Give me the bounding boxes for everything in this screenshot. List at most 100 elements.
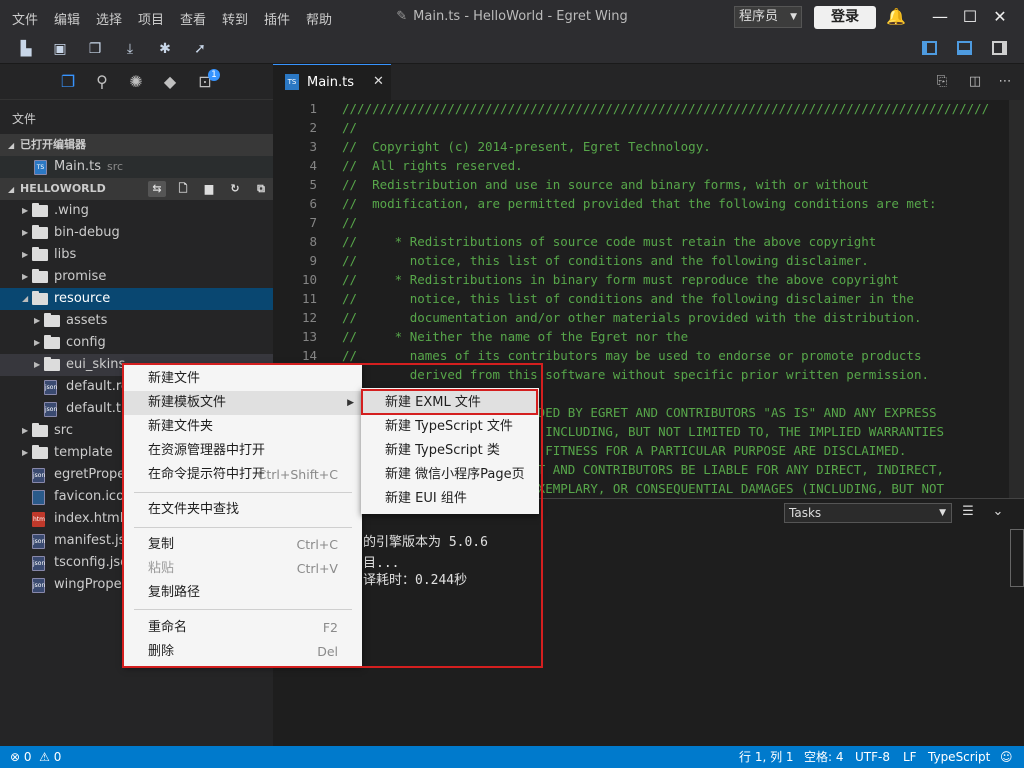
split-editor-icon[interactable]: ◫ [967,74,983,90]
tasks-select[interactable]: Tasks ▼ [784,503,952,523]
line-number: 3 [309,139,317,154]
expanded-icon: ◢ [8,185,15,194]
line-number: 14 [301,348,317,363]
open-editor-item[interactable]: TS Main.ts src [0,156,273,178]
collapsed-icon[interactable]: ▶ [22,420,28,442]
collapsed-icon[interactable]: ▶ [34,332,40,354]
extensions-icon[interactable]: ✺ [126,72,146,92]
window-title-text: Main.ts - HelloWorld - Egret Wing [413,9,628,24]
new-folder-icon[interactable]: ▆ [200,181,218,197]
expanded-icon[interactable]: ◢ [22,288,28,310]
editor-tab-bar: TS Main.ts ✕ ⎘ ◫ ⋯ [273,64,1024,100]
collapsed-icon[interactable]: ▶ [22,222,28,244]
notification-bell-icon[interactable]: 🔔 [886,7,906,27]
line-number: 10 [301,272,317,287]
line-number: 4 [309,158,317,173]
code-line: // All rights reserved. [342,158,523,173]
feedback-icon[interactable]: ☺ [1000,746,1013,768]
menu-file[interactable]: 文件 [12,9,38,28]
debug-icon[interactable]: ✱ [156,40,174,58]
collapsed-icon[interactable]: ▶ [22,442,28,464]
save-icon[interactable]: ▣ [51,40,69,58]
panel-layout-icon[interactable] [957,41,972,55]
git-icon[interactable]: ◆ [160,72,180,92]
tree-item[interactable]: ▶ libs [0,244,273,266]
json-file-icon: json [32,556,45,571]
line-ending[interactable]: LF [903,746,917,768]
collapsed-icon[interactable]: ▶ [34,354,40,376]
collapsed-icon[interactable]: ▶ [22,244,28,266]
folder-icon [44,335,60,349]
open-changes-icon[interactable]: ⎘ [934,74,950,90]
tree-item[interactable]: ▶ .wing [0,200,273,222]
line-number: 7 [309,215,317,230]
menu-view[interactable]: 查看 [180,9,206,28]
new-file-icon[interactable]: 🗋 [174,181,192,197]
menu-edit[interactable]: 编辑 [54,9,80,28]
tree-item-label: config [66,335,106,350]
language-mode[interactable]: TypeScript [928,746,990,768]
project-label: HELLOWORLD [20,182,106,195]
chevron-down-icon[interactable]: ⌄ [989,504,1007,520]
publish-icon[interactable]: ➚ [191,40,209,58]
minimize-icon[interactable]: — [930,7,950,27]
maximize-icon[interactable]: ☐ [960,7,980,27]
save-all-icon[interactable]: ❐ [86,40,104,58]
code-line: // * Neither the name of the Egret nor t… [342,329,689,344]
open-editors-header[interactable]: ◢ 已打开编辑器 [0,134,273,156]
indent-setting[interactable]: 空格: 4 [804,746,844,768]
sidebar-layout-icon[interactable] [922,41,937,55]
error-icon: ⊗ [10,750,21,764]
menu-help[interactable]: 帮助 [306,9,332,28]
error-count: 0 [23,750,32,764]
explorer-icon[interactable]: ❐ [58,72,78,92]
collapse-all-icon[interactable]: ⧉ [252,181,270,197]
encoding[interactable]: UTF-8 [855,746,890,768]
tree-item[interactable]: ◢ resource [0,288,273,310]
json-file-icon: json [32,534,45,549]
collapsed-icon[interactable]: ▶ [34,310,40,332]
tab-label: Main.ts [307,75,355,90]
collapse-toggle-icon[interactable]: ⇆ [148,181,166,197]
code-line: // [342,215,358,230]
close-tab-icon[interactable]: ✕ [373,74,384,89]
refresh-icon[interactable]: ↻ [226,181,244,197]
status-bar: ⊗ 0 ⚠ 0 行 1, 列 1 空格: 4 UTF-8 LF TypeScri… [0,746,1024,768]
tree-item-label: promise [54,269,107,284]
editor-scrollbar[interactable] [1009,100,1024,500]
tab-main-ts[interactable]: TS Main.ts ✕ [273,64,391,100]
folder-icon [32,445,48,459]
tree-item[interactable]: ▶ bin-debug [0,222,273,244]
menu-goto[interactable]: 转到 [222,9,248,28]
tree-item[interactable]: ▶ config [0,332,273,354]
more-actions-icon[interactable]: ⋯ [997,74,1013,90]
tree-item-label: bin-debug [54,225,120,240]
problems-status[interactable]: ⊗ 0 ⚠ 0 [10,746,61,768]
collapsed-icon[interactable]: ▶ [22,266,28,288]
folder-icon [32,291,48,305]
new-project-icon[interactable]: ▙ [17,40,35,58]
wing-logo-icon: ✎ [396,9,408,24]
role-select[interactable]: 程序员 ▼ [734,6,802,28]
split-layout-icon[interactable] [992,41,1007,55]
menu-plugins[interactable]: 插件 [264,9,290,28]
open-editors-label: 已打开编辑器 [20,138,86,151]
folder-icon [44,357,60,371]
search-icon[interactable]: ⚲ [92,72,112,92]
login-button[interactable]: 登录 [814,6,876,29]
clear-output-icon[interactable]: ☰ [959,504,977,520]
code-line: // [342,120,358,135]
collapsed-icon[interactable]: ▶ [22,200,28,222]
project-header[interactable]: ◢ HELLOWORLD ⇆ 🗋 ▆ ↻ ⧉ [0,178,273,200]
panel-scrollbar[interactable] [1010,529,1024,587]
tree-item[interactable]: ▶ assets [0,310,273,332]
cursor-position[interactable]: 行 1, 列 1 [739,746,794,768]
tree-item[interactable]: ▶ promise [0,266,273,288]
title-bar: 文件 编辑 选择 项目 查看 转到 插件 帮助 ✎ Main.ts - Hello… [0,0,1024,34]
close-icon[interactable]: ✕ [990,7,1010,27]
build-icon[interactable]: ⤓ [121,40,139,58]
menu-selection[interactable]: 选择 [96,9,122,28]
menu-project[interactable]: 项目 [138,9,164,28]
chevron-down-icon: ▼ [790,12,797,22]
json-file-icon: json [44,380,57,395]
